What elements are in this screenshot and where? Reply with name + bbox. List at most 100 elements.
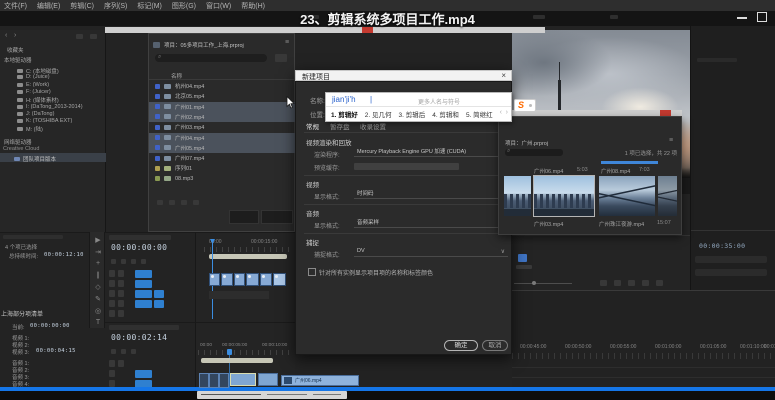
source-patch-v1[interactable] (135, 290, 152, 298)
list-item-audio[interactable]: 08.mp3 (149, 174, 296, 184)
tree-item-drive-e[interactable]: E: (Work) (17, 82, 49, 88)
source-patch-v3[interactable] (135, 270, 152, 278)
project-b-search-input[interactable]: ⌕ (505, 149, 563, 156)
list-item[interactable]: 杭州04.mp4 (149, 81, 296, 91)
clip-thumbnail[interactable] (504, 176, 531, 216)
slip-tool-icon[interactable]: ◇ (90, 283, 106, 291)
project-b-tab[interactable]: 项目：广州.prproj (505, 139, 548, 147)
ime-candidate-5[interactable]: 5. 简继红 (466, 109, 493, 119)
list-item[interactable]: 广州07.mp4 (149, 153, 296, 163)
timeline-setting-icon[interactable] (141, 259, 146, 264)
track-toggle[interactable] (118, 270, 124, 277)
video-display-dropdown[interactable]: 时间码∨ (354, 188, 508, 199)
tree-item-creative-cloud[interactable]: Creative Cloud (3, 146, 39, 152)
ok-button[interactable]: 确定 (444, 340, 478, 351)
clip-thumbnail[interactable] (599, 176, 655, 216)
maximize-icon[interactable] (757, 12, 767, 22)
audio-display-dropdown[interactable]: 音频采样∨ (354, 217, 508, 228)
filmstrip-chip[interactable] (209, 373, 219, 388)
project-a-title[interactable]: 项目：05多项目工作_上海.prproj (164, 41, 244, 49)
panel-footer-button[interactable] (261, 210, 293, 224)
source-patch-a1[interactable] (135, 300, 152, 308)
track-lock-chip[interactable] (154, 290, 164, 298)
monitor-button[interactable] (600, 280, 607, 286)
filmstrip-chip[interactable] (219, 373, 229, 388)
list-item-selected[interactable]: 广州01.mp4 (149, 102, 296, 112)
label-color[interactable] (155, 94, 160, 99)
timeline-clip[interactable] (273, 273, 286, 286)
track-toggle[interactable] (109, 300, 115, 307)
label-color[interactable] (155, 166, 160, 171)
timeline-a-ruler[interactable] (204, 247, 292, 252)
type-tool-icon[interactable]: T (90, 319, 106, 326)
zoom-slider-knob[interactable] (532, 281, 536, 285)
monitor-button[interactable] (656, 280, 663, 286)
source-patch-v1[interactable] (135, 370, 152, 378)
ime-candidate-3[interactable]: 3. 剪辑后 (398, 109, 425, 119)
main-timeline-ruler[interactable] (512, 353, 775, 359)
timeline-clip[interactable] (260, 273, 272, 286)
view-icon[interactable] (76, 34, 83, 39)
filmstrip-clip-named[interactable]: 广州06.mp4 (281, 375, 359, 386)
timeline-clip[interactable] (221, 273, 233, 286)
dialog-titlebar[interactable]: 新建项目 × (295, 70, 512, 81)
display-names-checkbox[interactable] (308, 268, 316, 276)
tree-item-team-projects[interactable]: 团队项目版本 (14, 155, 56, 163)
clip-name[interactable]: 广州06.mp4 (534, 167, 563, 175)
clip-name[interactable]: 广州08.mp4 (601, 167, 630, 175)
track-lock-chip[interactable] (154, 300, 164, 308)
hand-tool-icon[interactable]: ◎ (90, 307, 106, 315)
tab-ingest-settings[interactable]: 收录设置 (360, 121, 386, 131)
work-area-bar[interactable] (209, 254, 287, 259)
capture-format-dropdown[interactable]: DV∨ (354, 246, 508, 257)
track-toggle[interactable] (109, 290, 115, 297)
panel-tool-icon[interactable] (193, 200, 199, 205)
label-color[interactable] (155, 104, 160, 109)
player-progress-bar[interactable] (0, 387, 775, 391)
project-item-icon[interactable] (518, 254, 527, 262)
selection-tool-icon[interactable]: ▶ (90, 236, 106, 244)
timeline-setting-icon[interactable] (121, 349, 126, 354)
ime-candidate-2[interactable]: 2. 见几何 (365, 109, 392, 119)
track-toggle[interactable] (109, 310, 115, 317)
timeline-setting-icon[interactable] (131, 259, 136, 264)
list-item-selected[interactable]: 广州05.mp4 (149, 143, 296, 153)
track-toggle[interactable] (109, 380, 115, 387)
timeline-clip[interactable] (209, 273, 220, 286)
work-area-bar[interactable] (201, 358, 273, 363)
track-toggle[interactable] (109, 370, 115, 377)
filmstrip-chip[interactable] (199, 373, 209, 388)
tree-item-drive-i[interactable]: I: (DaTong_2013-2014) (17, 104, 83, 110)
track-toggle[interactable] (109, 270, 115, 277)
label-color[interactable] (155, 84, 160, 89)
timeline-setting-icon[interactable] (131, 349, 136, 354)
clip-name[interactable]: 广州珠江夜游.mp4 (599, 220, 644, 228)
panel-menu-icon[interactable]: ≡ (669, 137, 673, 144)
tab-scratch-disks[interactable]: 暂存盘 (330, 121, 350, 131)
timeline-setting-icon[interactable] (121, 259, 126, 264)
monitor-button[interactable] (628, 280, 635, 286)
project-a-search-input[interactable]: ⌕ (155, 54, 267, 62)
tree-item-drive-k[interactable]: K: (TOSHIBA EXT) (17, 118, 72, 124)
forward-icon[interactable]: › (14, 32, 16, 39)
panel-menu-icon[interactable]: ≡ (285, 39, 289, 46)
clip-name[interactable]: 广州03.mp4 (534, 220, 563, 228)
list-item[interactable]: 北京05.mp4 (149, 91, 296, 101)
timeline-setting-icon[interactable] (111, 349, 116, 354)
tree-item-drive-j[interactable]: J: (DaTong) (17, 111, 54, 117)
track-toggle[interactable] (118, 280, 124, 287)
label-color[interactable] (155, 114, 160, 119)
list-item[interactable]: 广州03.mp4 (149, 122, 296, 132)
audio-track-row[interactable] (209, 291, 269, 299)
ime-candidate-1[interactable]: 1. 剪辑好 (331, 109, 358, 119)
list-item-sequence[interactable]: 序列01 (149, 163, 296, 173)
razor-tool-icon[interactable]: ∥ (90, 271, 106, 279)
tree-item-favorites[interactable]: 收藏夹 (7, 46, 24, 54)
back-icon[interactable]: ‹ (5, 32, 7, 39)
track-toggle[interactable] (118, 290, 124, 297)
filter-icon[interactable] (90, 34, 97, 39)
panel-tool-icon[interactable] (169, 200, 175, 205)
tree-item-network-drives[interactable]: 网络驱动器 (4, 138, 32, 146)
panel-tool-icon[interactable] (157, 200, 163, 205)
tree-item-drive-d[interactable]: D: (Juice) (17, 74, 50, 80)
